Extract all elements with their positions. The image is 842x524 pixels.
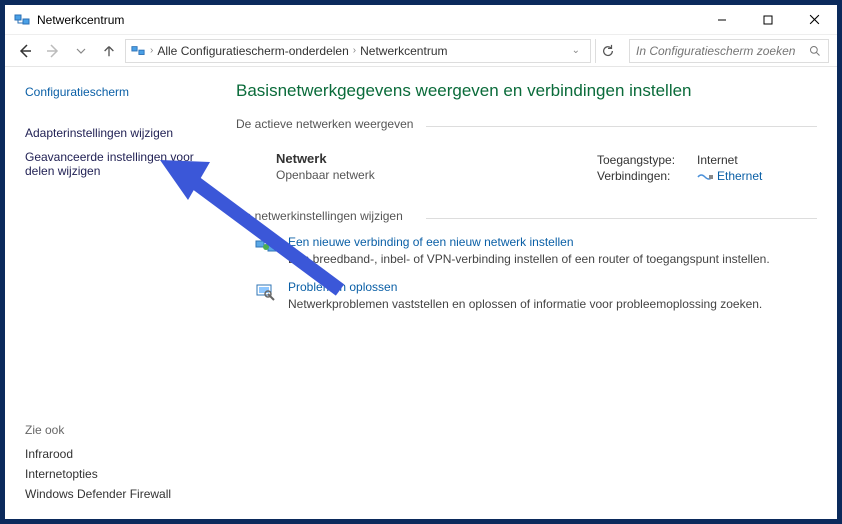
- recent-locations-button[interactable]: [69, 39, 93, 63]
- see-also-link-infrared[interactable]: Infrarood: [25, 447, 208, 461]
- active-network-block: Netwerk Openbaar netwerk Toegangstype: I…: [236, 143, 817, 201]
- connections-label: Verbindingen:: [597, 169, 697, 183]
- see-also-list: Infrarood Internetopties Windows Defende…: [25, 441, 208, 507]
- access-type-label: Toegangstype:: [597, 153, 697, 167]
- forward-button[interactable]: [41, 39, 65, 63]
- breadcrumb-dropdown-button[interactable]: ⌄: [566, 45, 586, 56]
- maximize-button[interactable]: [745, 5, 791, 34]
- title-bar: Netwerkcentrum: [5, 5, 837, 35]
- task-new-connection-desc: Een breedband-, inbel- of VPN-verbinding…: [288, 252, 770, 266]
- refresh-button[interactable]: [595, 39, 619, 63]
- network-name: Netwerk: [276, 151, 597, 166]
- chevron-right-icon[interactable]: ›: [150, 45, 153, 56]
- task-new-connection: Een nieuwe verbinding of een nieuw netwe…: [254, 235, 817, 266]
- task-new-connection-link[interactable]: Een nieuwe verbinding of een nieuw netwe…: [288, 235, 770, 249]
- main-panel: Basisnetwerkgegevens weergeven en verbin…: [220, 67, 837, 519]
- search-icon[interactable]: [808, 44, 822, 58]
- see-also-link-firewall[interactable]: Windows Defender Firewall: [25, 487, 208, 501]
- network-type: Openbaar netwerk: [276, 168, 597, 182]
- back-button[interactable]: [13, 39, 37, 63]
- minimize-button[interactable]: [699, 5, 745, 34]
- breadcrumb-item[interactable]: Netwerkcentrum: [360, 44, 447, 58]
- connection-value: Ethernet: [717, 169, 762, 183]
- new-connection-icon: [254, 235, 278, 259]
- breadcrumb-bar[interactable]: › Alle Configuratiescherm-onderdelen › N…: [125, 39, 591, 63]
- sidebar: Configuratiescherm Adapterinstellingen w…: [5, 67, 220, 519]
- task-troubleshoot-link[interactable]: Problemen oplossen: [288, 280, 762, 294]
- ethernet-link[interactable]: Ethernet: [697, 169, 762, 183]
- see-also-link-internet-options[interactable]: Internetopties: [25, 467, 208, 481]
- nav-bar: › Alle Configuratiescherm-onderdelen › N…: [5, 35, 837, 67]
- search-box[interactable]: [629, 39, 829, 63]
- task-troubleshoot-desc: Netwerkproblemen vaststellen en oplossen…: [288, 297, 762, 311]
- search-input[interactable]: [636, 44, 808, 58]
- task-troubleshoot: Problemen oplossen Netwerkproblemen vast…: [254, 280, 817, 311]
- content-area: Configuratiescherm Adapterinstellingen w…: [5, 67, 837, 519]
- control-panel-icon: [130, 43, 146, 59]
- ethernet-icon: [697, 171, 713, 181]
- change-settings-label: De netwerkinstellingen wijzigen: [236, 209, 817, 227]
- chevron-right-icon[interactable]: ›: [353, 45, 356, 56]
- see-also-label: Zie ook: [25, 423, 208, 437]
- page-title: Basisnetwerkgegevens weergeven en verbin…: [236, 81, 817, 101]
- window-controls: [699, 5, 837, 34]
- app-icon: [13, 11, 31, 29]
- window-title: Netwerkcentrum: [37, 13, 124, 27]
- sidebar-link-advanced-sharing[interactable]: Geavanceerde instellingen voor delen wij…: [25, 150, 208, 178]
- sidebar-heading[interactable]: Configuratiescherm: [25, 85, 208, 99]
- sidebar-link-adapter-settings[interactable]: Adapterinstellingen wijzigen: [25, 126, 208, 140]
- breadcrumb-item[interactable]: Alle Configuratiescherm-onderdelen: [157, 44, 348, 58]
- up-button[interactable]: [97, 39, 121, 63]
- active-networks-label: De actieve netwerken weergeven: [236, 117, 817, 135]
- access-type-value: Internet: [697, 153, 738, 167]
- close-button[interactable]: [791, 5, 837, 34]
- troubleshoot-icon: [254, 280, 278, 304]
- window-frame: Netwerkcentrum: [0, 0, 842, 524]
